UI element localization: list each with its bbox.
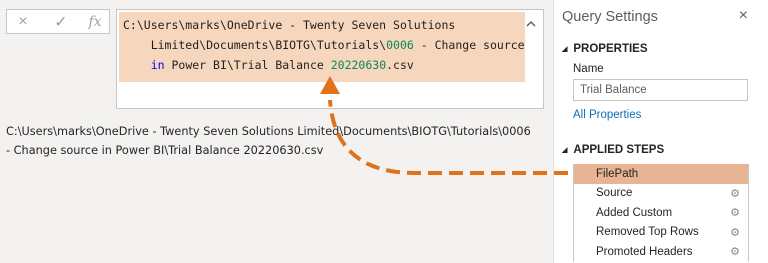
annotation-arrow [320,76,568,175]
